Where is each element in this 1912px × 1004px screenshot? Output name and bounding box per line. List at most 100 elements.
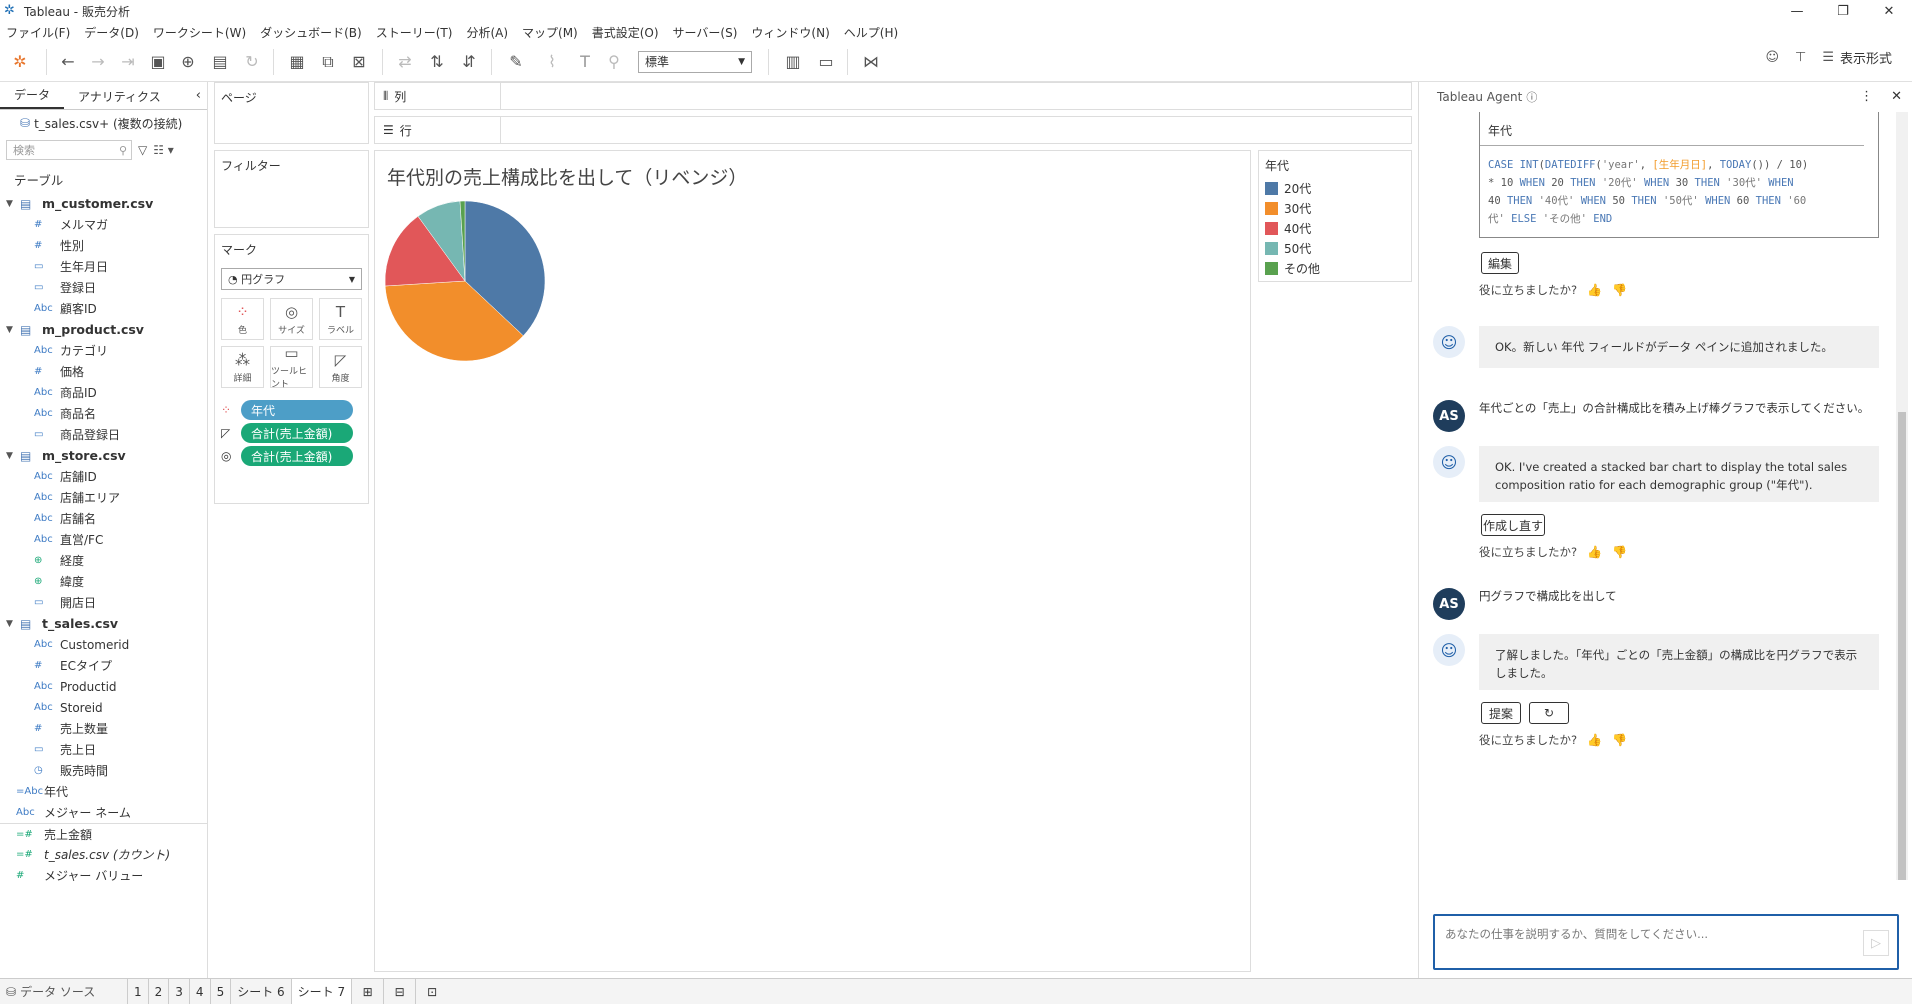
field-item[interactable]: Abc 直営/FC [0,529,207,550]
menu-window[interactable]: ウィンドウ(N) [751,24,829,41]
field-item[interactable]: ▭ 登録日 [0,277,207,298]
field-item[interactable]: Abc 店舗名 [0,508,207,529]
field-item[interactable]: =Abc 年代 [0,781,207,802]
worksheet-view[interactable]: 年代別の売上構成比を出して（リベンジ） [374,150,1251,972]
tab-sheet-6[interactable]: シート 6 [231,978,292,1004]
size-button[interactable]: ◎ サイズ [270,298,313,340]
agent-prompt-input[interactable]: あなたの仕事を説明するか、質問をしてください... ▷ [1433,914,1899,970]
field-item[interactable]: # ECタイプ [0,655,207,676]
menu-format[interactable]: 書式設定(O) [592,24,659,41]
label-icon[interactable]: T [570,48,600,76]
fit-select[interactable]: 標準 ▼ [638,50,752,73]
thumbs-down-icon[interactable]: 👎 [1612,545,1627,559]
chevron-down-icon[interactable]: ▼ [6,451,20,461]
menu-story[interactable]: ストーリー(T) [376,24,453,41]
field-item[interactable]: Abc 店舗エリア [0,487,207,508]
highlight-icon[interactable]: ✎ [498,48,534,76]
agent-icon[interactable]: ☺ [1765,50,1779,65]
menu-file[interactable]: ファイル(F) [6,24,70,41]
send-icon[interactable]: ▷ [1863,930,1889,956]
field-item[interactable]: Abc カテゴリ [0,340,207,361]
rows-shelf[interactable]: ☰ 行 [374,116,1412,144]
menu-help[interactable]: ヘルプ(H) [844,24,898,41]
field-item[interactable]: ▭ 売上日 [0,739,207,760]
tooltip-button[interactable]: ▭ ツールヒント [270,344,313,390]
show-me-button[interactable]: ☺ ⊤ ☰ 表示形式 [1765,48,1892,67]
menu-map[interactable]: マップ(M) [522,24,578,41]
legend-item[interactable]: その他 [1259,258,1411,278]
pin-icon[interactable]: ⚲ [600,48,628,76]
chevron-down-icon[interactable]: ▼ [6,199,20,209]
field-item[interactable]: ⊕ 経度 [0,550,207,571]
search-input[interactable]: 検索 ⚲ [6,140,132,160]
pill-sales-angle[interactable]: 合計(売上金額) [241,423,353,443]
pill-sales-size[interactable]: 合計(売上金額) [241,446,353,466]
menu-analysis[interactable]: 分析(A) [466,24,508,41]
swap-icon[interactable]: ⇄ [389,48,421,76]
field-item[interactable]: Abc Productid [0,676,207,697]
table-0[interactable]: ▼ ▤ m_customer.csv [0,193,207,214]
save-icon[interactable]: ▣ [143,48,173,76]
field-item[interactable]: # メルマガ [0,214,207,235]
field-item[interactable]: ▭ 開店日 [0,592,207,613]
table-3[interactable]: ▼ ▤ t_sales.csv [0,613,207,634]
chevron-down-icon[interactable]: ▼ [6,325,20,335]
color-button[interactable]: ⁘ 色 [221,298,264,340]
field-item[interactable]: Abc メジャー ネーム [0,802,207,823]
restore-button[interactable]: ❐ [1820,0,1866,22]
thumbs-up-icon[interactable]: 👍 [1587,545,1602,559]
tab-sheet-3[interactable]: 3 [169,978,190,1004]
clear-sheet-icon[interactable]: ⊠ [342,48,376,76]
table-1[interactable]: ▼ ▤ m_product.csv [0,319,207,340]
minimize-button[interactable]: — [1774,0,1820,22]
tab-data-source[interactable]: ⛁ データ ソース [0,978,128,1004]
view-options-icon[interactable]: ☷ ▾ [153,143,174,157]
suggest-button[interactable]: 提案 [1481,702,1521,724]
label-button[interactable]: T ラベル [319,298,362,340]
menu-dashboard[interactable]: ダッシュボード(B) [260,24,362,41]
tab-analytics[interactable]: アナリティクス [64,88,175,109]
field-item[interactable]: # メジャー バリュー [0,865,207,886]
legend-item[interactable]: 30代 [1259,198,1411,218]
pin-board-icon[interactable]: ⊤ [1795,50,1806,65]
angle-button[interactable]: ◸ 角度 [319,346,362,388]
undo-icon[interactable]: ← [53,48,83,76]
show-cards-icon[interactable]: ▥ [775,48,811,76]
info-icon[interactable]: ⓘ [1526,89,1537,105]
tableau-home-icon[interactable]: ✲ [0,48,40,76]
chevron-down-icon[interactable]: ▼ [6,619,20,629]
field-item[interactable]: ◷ 販売時間 [0,760,207,781]
mark-type-select[interactable]: ◔ 円グラフ ▼ [221,268,362,290]
tab-sheet-7[interactable]: シート 7 [291,978,353,1004]
duplicate-sheet-icon[interactable]: ⧉ [314,48,342,76]
collapse-pane-icon[interactable]: ‹ [196,88,201,103]
edit-button[interactable]: 編集 [1481,252,1519,274]
field-item[interactable]: # 価格 [0,361,207,382]
field-item[interactable]: Abc 店舗ID [0,466,207,487]
legend-item[interactable]: 50代 [1259,238,1411,258]
sort-ascending-icon[interactable]: ⇅ [421,48,453,76]
menu-worksheet[interactable]: ワークシート(W) [153,24,246,41]
close-window-button[interactable]: ✕ [1866,0,1912,22]
field-item[interactable]: Abc 商品ID [0,382,207,403]
new-dashboard-tab-icon[interactable]: ⊟ [384,978,417,1004]
replay-icon[interactable]: ⇥ [113,48,143,76]
filter-icon[interactable]: ▽ [138,143,147,157]
pause-updates-icon[interactable]: ▤ [203,48,237,76]
refresh-icon[interactable]: ↻ [237,48,267,76]
field-item[interactable]: # 売上数量 [0,718,207,739]
menu-server[interactable]: サーバー(S) [673,24,738,41]
thumbs-down-icon[interactable]: 👎 [1612,733,1627,747]
legend-item[interactable]: 40代 [1259,218,1411,238]
columns-shelf[interactable]: ⦀ 列 [374,82,1412,110]
field-item[interactable]: =# 売上金額 [0,823,207,844]
tab-sheet-5[interactable]: 5 [211,978,232,1004]
field-item[interactable]: Abc 商品名 [0,403,207,424]
sort-descending-icon[interactable]: ⇵ [453,48,485,76]
tab-sheet-2[interactable]: 2 [149,978,170,1004]
close-icon[interactable]: ✕ [1891,89,1902,104]
field-item[interactable]: Abc Storeid [0,697,207,718]
field-item[interactable]: =# t_sales.csv (カウント) [0,844,207,865]
redo-button[interactable]: 作成し直す [1481,514,1545,536]
presentation-icon[interactable]: ▭ [811,48,841,76]
